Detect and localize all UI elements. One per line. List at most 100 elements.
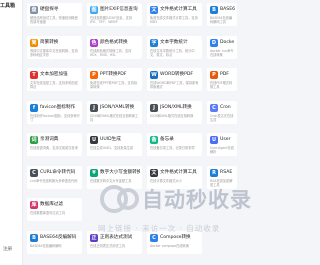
tool-card[interactable]: P PPT转换PDF 免费在线PPT转PDF工具，支持批量转换 xyxy=(87,68,142,91)
tool-description: User-Agent在线解析 xyxy=(210,146,234,155)
tool-description: 在线英语词典，支持汉英英汉查询 xyxy=(30,146,78,150)
tool-description: JSON和YAML格式在线互相转换工具 xyxy=(90,113,139,122)
tool-title: CURL命令转代码 xyxy=(40,169,76,175)
tool-title: BASE64反编解码 xyxy=(40,234,77,240)
tool-title: 数据库过滤 xyxy=(40,202,63,207)
watermark-name: 自动秒收录 xyxy=(142,188,252,212)
tool-icon: U xyxy=(90,136,98,144)
tool-title: PDF xyxy=(220,72,229,77)
tool-card[interactable]: BBASE64 BASE64在线编码解码工具 xyxy=(207,3,237,26)
tool-card[interactable]: T 文本加密加强 文本在线加密工具，支持多种加密算法 xyxy=(27,68,82,91)
tool-title: 文件格式计算工具 xyxy=(160,169,197,175)
tool-description: 在线文本字数统计工具，统计中文、英文、标点 xyxy=(150,48,195,57)
tool-icon: 盘 xyxy=(30,6,38,14)
tool-card[interactable]: J JSON/XML转换 JSON和XML格式在线互相转换 xyxy=(147,100,202,124)
tool-icon: f xyxy=(30,103,38,112)
tool-card[interactable]: 备备忘录 在线备忘录工具，记录日常事项 xyxy=(147,133,202,156)
tool-card[interactable]: W WORD转换PDF 在线WORD转PDF工具，保持原有排版格式 xyxy=(147,68,202,91)
tool-card[interactable]: f favicon图标制作 在线制作favicon图标，支持多种尺寸 xyxy=(27,100,82,124)
tool-title: 文本加密加强 xyxy=(40,72,68,77)
tool-description: Cron表达式在线生成 xyxy=(210,113,234,122)
tool-description: BASE64在线编码解码 xyxy=(30,243,62,248)
tool-title: Cron xyxy=(220,104,231,110)
tool-icon: B xyxy=(210,6,218,14)
tool-description: 在线WORD转PDF工具，保持原有排版格式 xyxy=(150,81,199,90)
tool-description: 在线数据库语句过滤工具 xyxy=(30,211,66,215)
tool-icon: J xyxy=(90,103,98,112)
tool-card[interactable]: 简简繁转换 简体中文繁体中文在线转换，支持多种地区字形 xyxy=(27,35,82,59)
tool-icon: P xyxy=(210,71,218,79)
tool-card[interactable]: 文文件格式计算工具免费在线文件格式计算工具，支持MD5 xyxy=(147,3,202,26)
sidebar: 工具箱 注册 xyxy=(0,0,23,265)
tool-icon: W xyxy=(150,71,158,79)
tool-icon: ¥ xyxy=(90,168,98,177)
tool-card[interactable]: P PDF 在线PDF格式转换工具 xyxy=(207,68,237,91)
tool-title: 硬盘探寻 xyxy=(40,7,59,12)
tool-icon: B xyxy=(30,233,38,242)
tool-card[interactable]: B BASE64反编解码 BASE64在线编码解码 xyxy=(27,230,82,254)
tool-description: 在线生成UUID，支持批量生成 xyxy=(90,146,134,150)
tool-card[interactable]: 字文本字数统计在线文本字数统计工具，统计中文、英文、标点 xyxy=(147,35,202,59)
tool-icon: 简 xyxy=(30,38,38,47)
tool-icon: U xyxy=(210,136,218,144)
tool-description: JSON和XML格式在线互相转换 xyxy=(150,113,194,118)
tool-title: 文件格式计算工具 xyxy=(160,7,197,12)
tool-description: BASE64在线编码解码工具 xyxy=(210,16,233,25)
site-watermark: 自动秒收录 网上链接 · 来访一次 · 自动收录 xyxy=(98,180,251,242)
tool-title: UUID生成 xyxy=(100,137,121,142)
tool-title: 数字大小写金额转换 xyxy=(100,169,140,175)
tool-icon: C xyxy=(210,103,218,112)
tool-title: PPT转换PDF xyxy=(100,72,127,77)
tool-card[interactable]: 色颜色格式转换 在线颜色格式转换工具，支持HEX、RGB、HSL xyxy=(87,35,142,59)
tool-description: 在线PDF格式转换工具 xyxy=(210,81,233,90)
tool-title: User xyxy=(220,137,231,142)
tool-description: 在线查看图片EXIF信息，支持JPG、TIFF、WEBP xyxy=(90,16,133,25)
tool-title: JSON/YAML转换 xyxy=(100,104,135,110)
tool-title: 亲测词典 xyxy=(40,137,59,142)
tool-card[interactable]: U User User-Agent在线解析 xyxy=(207,133,237,156)
tool-icon: 字 xyxy=(150,38,158,47)
tool-icon: J xyxy=(150,103,158,112)
tool-icon: 文 xyxy=(150,168,158,177)
tool-description: 在线制作favicon图标，支持多种尺寸 xyxy=(30,113,80,122)
tool-description: 硬盘结构测试工具，快速检测硬盘的读写速度 xyxy=(30,16,78,25)
tool-card[interactable]: 库数据库过滤在线数据库语句过滤工具 xyxy=(27,198,82,221)
tool-card[interactable]: 图图片EXIF信息查询 在线查看图片EXIF信息，支持JPG、TIFF、WEBP xyxy=(87,3,142,26)
watermark-logo-icon xyxy=(100,185,139,213)
tool-title: favicon图标制作 xyxy=(40,104,76,110)
tool-title: 图片EXIF信息查询 xyxy=(100,7,138,12)
tool-card[interactable]: J JSON/YAML转换 JSON和YAML格式在线互相转换工具 xyxy=(87,100,142,124)
tool-title: 文本字数统计 xyxy=(160,39,188,45)
tool-title: BASE64 xyxy=(220,7,235,12)
tool-card[interactable]: C Cron Cron表达式在线生成 xyxy=(207,100,237,124)
tool-icon: 正 xyxy=(90,233,98,242)
tool-card[interactable]: C CURL命令转代码 curl命令在线转换为多种语言代码 xyxy=(27,165,82,189)
tool-title: 颜色格式转换 xyxy=(100,39,128,45)
sidebar-register-link[interactable]: 注册 xyxy=(3,246,12,252)
tool-card[interactable]: U UUID生成在线生成UUID，支持批量生成 xyxy=(87,133,142,156)
tool-description: 免费在线PPT转PDF工具，支持批量转换 xyxy=(90,81,138,90)
tool-card[interactable]: D Docke docker run命令在线转换 xyxy=(207,35,237,59)
tool-description: 在线正则表达式测试工具 xyxy=(90,243,126,248)
tool-icon: 备 xyxy=(150,136,158,144)
tool-icon: 色 xyxy=(90,38,98,47)
tool-description: curl命令在线转换为多种语言代码 xyxy=(30,178,78,183)
tool-icon: D xyxy=(210,38,218,47)
tool-card[interactable]: 盘硬盘探寻硬盘结构测试工具，快速检测硬盘的读写速度 xyxy=(27,3,82,26)
tool-card[interactable]: 词亲测词典 在线英语词典，支持汉英英汉查询 xyxy=(27,133,82,156)
tool-description: 简体中文繁体中文在线转换，支持多种地区字形 xyxy=(30,48,78,57)
watermark-tagline: 网上链接 · 来访一次 · 自动收录 xyxy=(98,224,221,233)
sidebar-title: 工具箱 xyxy=(0,3,16,9)
tool-icon: R xyxy=(210,168,218,177)
tool-description: 免费在线文件格式计算工具，支持MD5 xyxy=(150,16,198,25)
tool-title: 备忘录 xyxy=(160,137,174,142)
tool-icon: P xyxy=(90,71,98,79)
tool-title: Docke xyxy=(220,39,235,45)
tool-description: 文本在线加密工具，支持多种加密算法 xyxy=(30,81,78,90)
tool-icon: 文 xyxy=(150,6,158,14)
tool-description: 在线颜色格式转换工具，支持HEX、RGB、HSL xyxy=(90,48,132,57)
tool-title: RSAE xyxy=(220,169,233,175)
tool-icon: 库 xyxy=(30,201,38,209)
tool-title: WORD转换PDF xyxy=(160,72,194,77)
tool-icon: C xyxy=(30,168,38,177)
